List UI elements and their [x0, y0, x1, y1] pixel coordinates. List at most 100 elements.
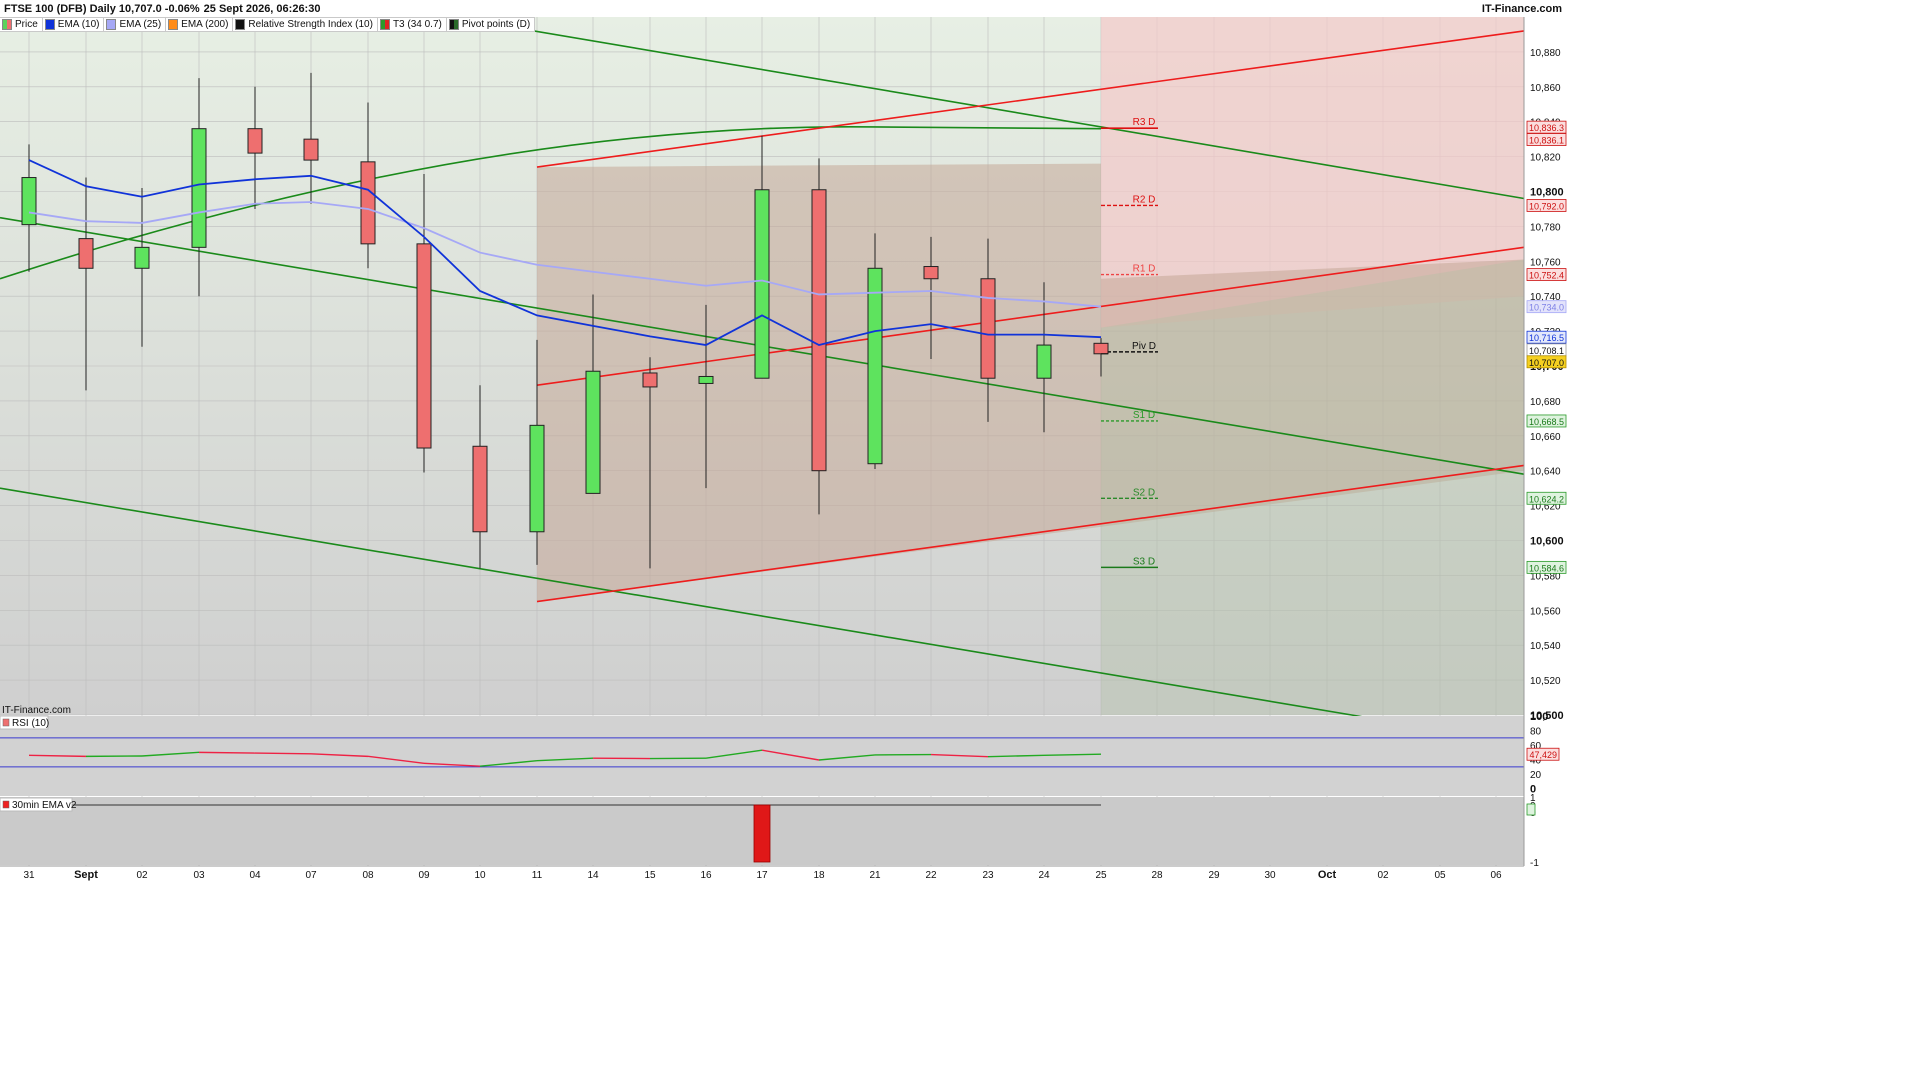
x-tick-label: Oct [1318, 869, 1337, 881]
candle-body [416, 243, 432, 449]
chart-header: FTSE 100 (DFB) Daily 10,707.0 -0.06% 25 … [0, 0, 1568, 17]
candle-body [923, 266, 939, 280]
x-tick-label: 22 [925, 870, 937, 881]
pivot-label: R2 D [1133, 194, 1156, 205]
x-tick-label: 16 [700, 870, 712, 881]
x-tick-label: 03 [193, 870, 205, 881]
x-tick-label: 30 [1264, 870, 1276, 881]
y-tick-label: 10,540 [1530, 641, 1561, 652]
candle-body [78, 238, 94, 269]
x-tick-label: 09 [418, 870, 430, 881]
x-tick-label: 04 [249, 870, 261, 881]
candle-body [980, 278, 996, 379]
legend-item-ema200[interactable]: EMA (200) [166, 17, 234, 32]
pivot-label: R1 D [1133, 264, 1156, 275]
legend-item-t3[interactable]: T3 (34 0.7) [377, 17, 447, 32]
candle-body [472, 445, 488, 533]
pivot-label: S3 D [1133, 556, 1155, 567]
x-tick-label: 15 [644, 870, 656, 881]
x-tick-label: 08 [362, 870, 374, 881]
rsi-swatch-icon [235, 19, 246, 30]
candle-body [21, 177, 37, 226]
price-tag-label: 10,716.5 [1529, 333, 1564, 343]
price-tag-label: 10,668.5 [1529, 417, 1564, 427]
candle-body [642, 372, 658, 388]
support-zone-fill [1101, 259, 1524, 715]
x-tick-label: 23 [982, 870, 994, 881]
price-tag-label: 10,752.4 [1529, 271, 1564, 281]
candle-body [360, 161, 376, 245]
y-tick-label: 10,820 [1530, 153, 1561, 164]
candle-body [698, 375, 714, 384]
x-tick-label: 05 [1434, 870, 1446, 881]
x-tick-label: 29 [1208, 870, 1220, 881]
legend-item-rsi[interactable]: Relative Strength Index (10) [233, 17, 378, 32]
x-tick-label: 02 [1377, 870, 1389, 881]
price-tag-label: 10,624.2 [1529, 494, 1564, 504]
y-tick-label: 10,680 [1530, 397, 1561, 408]
x-tick-label: 02 [136, 870, 148, 881]
legend-item-ema10[interactable]: EMA (10) [42, 17, 105, 32]
x-tick-label: 28 [1151, 870, 1163, 881]
pivot-label: S1 D [1133, 410, 1155, 421]
pivot-label: R3 D [1133, 117, 1156, 128]
candle-body [754, 189, 770, 379]
ema10-swatch-icon [44, 19, 55, 30]
candle-body [585, 370, 601, 494]
x-tick-label: Sept [74, 869, 98, 881]
candle-body [529, 424, 545, 533]
chart-canvas[interactable]: R3 DR2 DR1 DPiv DS1 DS2 DS3 D 10,50010,5… [0, 17, 1568, 882]
watermark-label: IT-Finance.com [2, 705, 71, 716]
price-tag-label: 10,734.0 [1529, 303, 1564, 313]
price-tag-label: 10,708.1 [1529, 346, 1564, 356]
ema-v2-tick-label: -1 [1530, 858, 1539, 869]
y-tick-label: 10,660 [1530, 432, 1561, 443]
x-tick-label: 31 [23, 870, 35, 881]
ema-v2-value-tag-box [1526, 803, 1536, 816]
rsi-tick-label: 80 [1530, 727, 1542, 738]
x-tick-label: 21 [869, 870, 881, 881]
ema-v2-panel-icon [2, 800, 10, 809]
rsi-value-tag-label: 47,429 [1529, 750, 1557, 760]
y-tick-label: 10,560 [1530, 606, 1561, 617]
rsi-panel-label: RSI (10) [12, 718, 49, 729]
price-tag-label: 10,792.0 [1529, 201, 1564, 211]
price-tag-label: 10,707.0 [1529, 358, 1564, 368]
y-tick-label: 10,600 [1530, 536, 1564, 548]
rsi-panel-icon [2, 718, 10, 727]
y-tick-label: 10,880 [1530, 48, 1561, 59]
y-tick-label: 10,520 [1530, 676, 1561, 687]
y-tick-label: 10,760 [1530, 257, 1561, 268]
x-tick-label: 11 [532, 870, 543, 881]
candle-body [303, 138, 319, 161]
legend-item-pivots[interactable]: Pivot points (D) [446, 17, 536, 32]
price-swatch-icon [2, 19, 12, 30]
legend-item-ema25[interactable]: EMA (25) [104, 17, 167, 32]
candle-body [191, 128, 207, 248]
ema-v2-panel-label: 30min EMA v2 [12, 800, 77, 811]
x-tick-label: 24 [1038, 870, 1050, 881]
header-datetime: 25 Sept 2026, 06:26:30 [203, 2, 321, 15]
candle-body [811, 189, 827, 472]
pivot-label: S2 D [1133, 487, 1155, 498]
price-tag-label: 10,584.6 [1529, 563, 1564, 573]
rsi-line-segment [254, 752, 312, 755]
legend-item-price[interactable]: Price [0, 17, 43, 32]
price-tag-label: 10,836.1 [1529, 136, 1564, 146]
x-tick-label: 18 [813, 870, 825, 881]
rsi-line-segment [198, 751, 256, 754]
brand-label: IT-Finance.com [1481, 2, 1562, 15]
candle-body [867, 267, 883, 465]
price-tag-label: 10,836.3 [1529, 123, 1564, 133]
ema25-swatch-icon [106, 19, 117, 30]
y-tick-label: 10,780 [1530, 222, 1561, 233]
x-tick-label: 25 [1095, 870, 1107, 881]
y-tick-label: 10,800 [1530, 187, 1564, 199]
rsi-tick-label: 100 [1530, 711, 1548, 723]
x-tick-label: 06 [1490, 870, 1502, 881]
candle-body [134, 246, 150, 269]
price-axis: 10,50010,52010,54010,56010,58010,60010,6… [1530, 48, 1564, 722]
candle-body [1093, 342, 1109, 355]
x-tick-label: 14 [587, 870, 599, 881]
candle-body [1036, 344, 1052, 379]
